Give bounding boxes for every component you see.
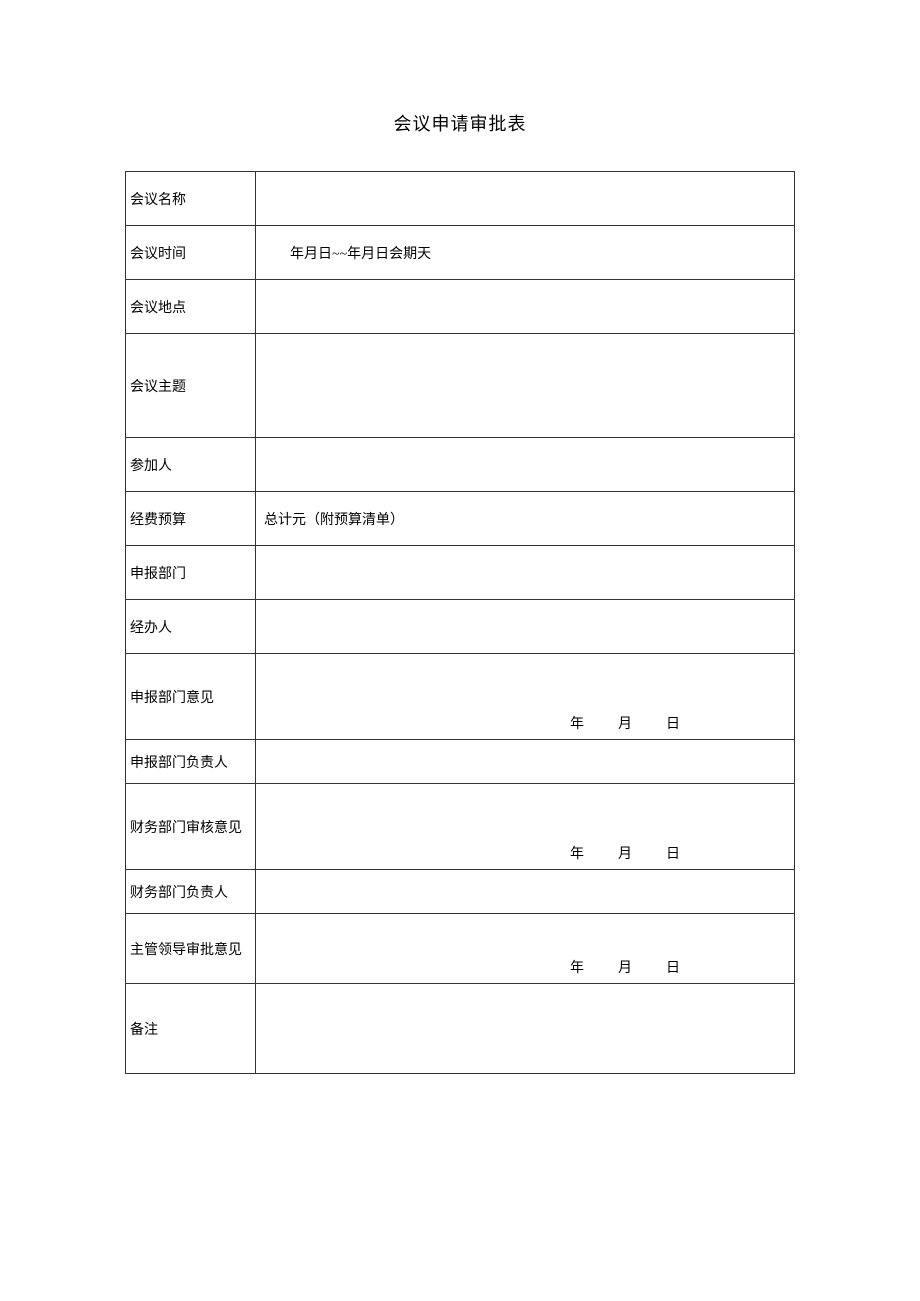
value-supervisor-opinion: 年 月 日	[256, 914, 795, 984]
table-row: 经费预算 总计元（附预算清单）	[126, 492, 795, 546]
table-row: 申报部门负责人	[126, 740, 795, 784]
date-field: 年 月 日	[256, 713, 794, 733]
table-row: 经办人	[126, 600, 795, 654]
value-finance-leader	[256, 870, 795, 914]
date-field: 年 月 日	[256, 843, 794, 863]
table-row: 会议名称	[126, 172, 795, 226]
value-meeting-location	[256, 280, 795, 334]
label-supervisor-opinion: 主管领导审批意见	[126, 914, 256, 984]
table-row: 申报部门意见 年 月 日	[126, 654, 795, 740]
value-report-dept-leader	[256, 740, 795, 784]
label-report-dept: 申报部门	[126, 546, 256, 600]
value-finance-opinion: 年 月 日	[256, 784, 795, 870]
value-handler	[256, 600, 795, 654]
value-report-dept-opinion: 年 月 日	[256, 654, 795, 740]
table-row: 会议地点	[126, 280, 795, 334]
label-meeting-time: 会议时间	[126, 226, 256, 280]
label-meeting-name: 会议名称	[126, 172, 256, 226]
date-field: 年 月 日	[256, 957, 794, 977]
budget-text: 总计元（附预算清单）	[260, 513, 404, 528]
table-row: 财务部门审核意见 年 月 日	[126, 784, 795, 870]
table-row: 主管领导审批意见 年 月 日	[126, 914, 795, 984]
label-attendees: 参加人	[126, 438, 256, 492]
value-meeting-topic	[256, 334, 795, 438]
label-budget: 经费预算	[126, 492, 256, 546]
value-meeting-name	[256, 172, 795, 226]
label-finance-leader: 财务部门负责人	[126, 870, 256, 914]
value-meeting-time: 年月日~~年月日会期天	[256, 226, 795, 280]
label-report-dept-leader: 申报部门负责人	[126, 740, 256, 784]
label-meeting-topic: 会议主题	[126, 334, 256, 438]
label-report-dept-opinion: 申报部门意见	[126, 654, 256, 740]
table-row: 财务部门负责人	[126, 870, 795, 914]
time-text: 年月日~~年月日会期天	[260, 247, 431, 262]
table-row: 会议主题	[126, 334, 795, 438]
value-remarks	[256, 984, 795, 1074]
value-attendees	[256, 438, 795, 492]
label-handler: 经办人	[126, 600, 256, 654]
label-finance-opinion: 财务部门审核意见	[126, 784, 256, 870]
value-report-dept	[256, 546, 795, 600]
table-row: 会议时间 年月日~~年月日会期天	[126, 226, 795, 280]
label-meeting-location: 会议地点	[126, 280, 256, 334]
value-budget: 总计元（附预算清单）	[256, 492, 795, 546]
approval-table: 会议名称 会议时间 年月日~~年月日会期天 会议地点 会议主题 参加人 经费预算…	[125, 171, 795, 1074]
table-row: 参加人	[126, 438, 795, 492]
table-row: 申报部门	[126, 546, 795, 600]
table-row: 备注	[126, 984, 795, 1074]
document-title: 会议申请审批表	[0, 110, 920, 136]
label-remarks: 备注	[126, 984, 256, 1074]
